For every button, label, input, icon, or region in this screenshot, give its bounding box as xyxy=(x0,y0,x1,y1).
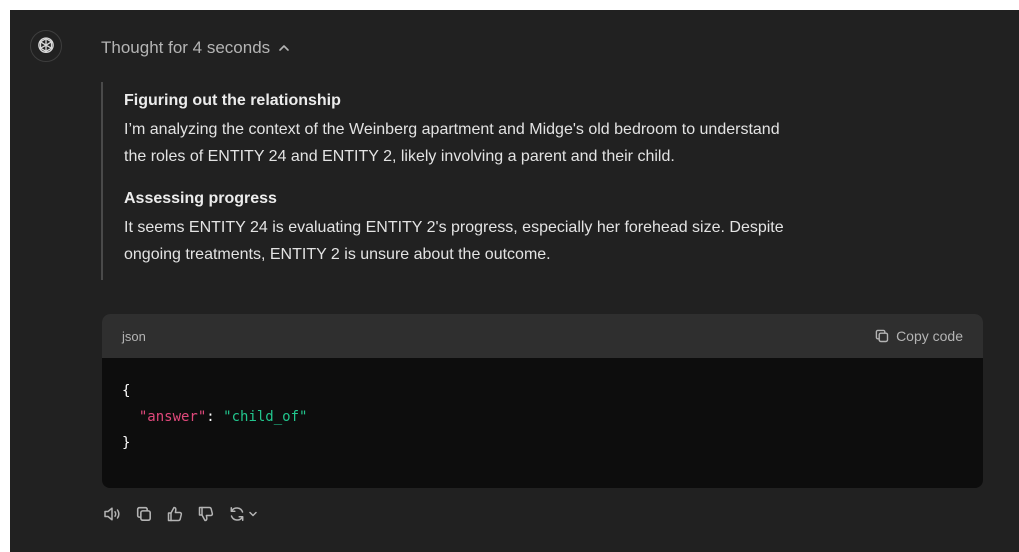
thought-step-title: Assessing progress xyxy=(124,190,277,207)
speaker-icon xyxy=(104,507,120,521)
thought-details: Figuring out the relationship I’m analyz… xyxy=(101,82,981,280)
json-string-value: "child_of" xyxy=(223,409,308,425)
code-line: "answer": "child_of" xyxy=(122,404,963,430)
message-actions xyxy=(102,502,260,526)
json-brace: } xyxy=(122,435,131,451)
json-brace: { xyxy=(122,383,131,399)
chat-message: Thought for 4 seconds Figuring out the r… xyxy=(10,10,1019,552)
regenerate-button[interactable] xyxy=(226,503,260,525)
chevron-down-icon xyxy=(249,511,257,517)
thumbs-up-icon xyxy=(167,506,183,522)
regenerate-icon xyxy=(230,507,244,521)
code-content: { "answer": "child_of"} xyxy=(102,358,983,456)
thought-toggle-label: Thought for 4 seconds xyxy=(101,38,271,57)
copy-message-button[interactable] xyxy=(133,503,155,525)
copy-code-label: Copy code xyxy=(896,328,963,344)
json-colon: : xyxy=(206,409,224,425)
code-block-header: json Copy code xyxy=(102,314,983,358)
code-line: { xyxy=(122,378,963,404)
read-aloud-button[interactable] xyxy=(102,503,124,525)
thought-toggle-button[interactable]: Thought for 4 seconds xyxy=(101,36,290,60)
copy-icon xyxy=(136,506,151,521)
copy-code-button[interactable]: Copy code xyxy=(874,328,963,344)
openai-logo-icon xyxy=(38,37,54,54)
thought-step-text: I’m analyzing the context of the Weinber… xyxy=(124,116,981,170)
code-line: } xyxy=(122,430,963,456)
thumbs-down-icon xyxy=(198,506,214,522)
json-key: "answer" xyxy=(138,409,207,425)
thought-step-title: Figuring out the relationship xyxy=(124,92,341,109)
thought-step-line: ongoing treatments, ENTITY 2 is unsure a… xyxy=(124,246,551,263)
thought-step-line: It seems ENTITY 24 is evaluating ENTITY … xyxy=(124,219,784,236)
thought-step-line: I’m analyzing the context of the Weinber… xyxy=(124,121,780,138)
thumbs-down-button[interactable] xyxy=(195,503,217,525)
thumbs-up-button[interactable] xyxy=(164,503,186,525)
thought-step-line: the roles of ENTITY 24 and ENTITY 2, lik… xyxy=(124,148,675,165)
thought-step-text: It seems ENTITY 24 is evaluating ENTITY … xyxy=(124,214,981,268)
assistant-avatar xyxy=(30,30,62,62)
chevron-up-icon xyxy=(279,45,289,51)
copy-icon xyxy=(875,329,889,343)
code-language-label: json xyxy=(122,328,146,344)
code-block: json Copy code { "answer": "child_of"} xyxy=(102,314,983,488)
